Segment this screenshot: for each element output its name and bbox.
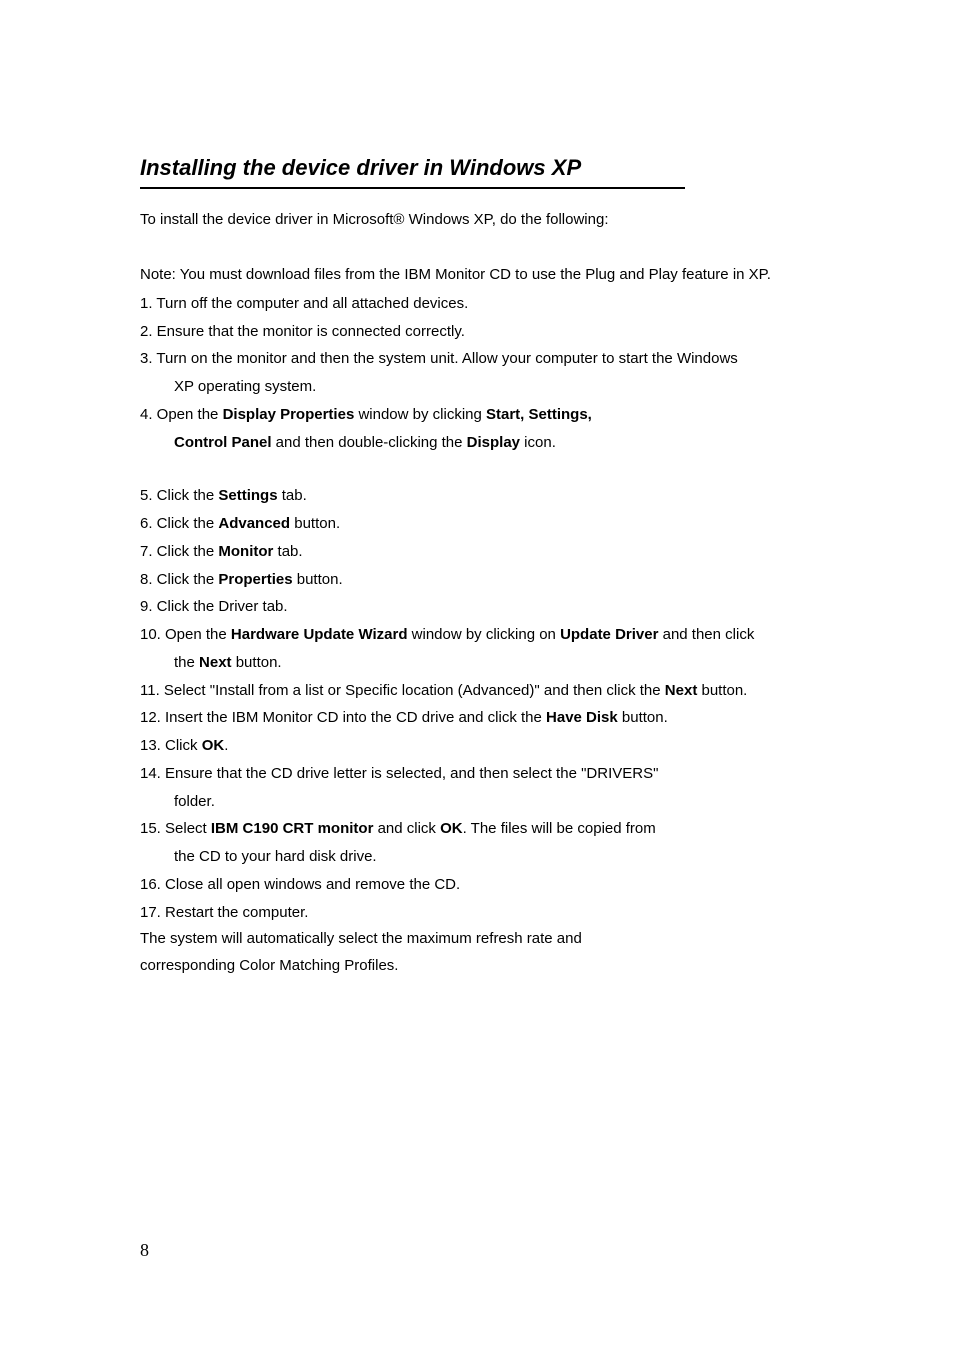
- step-10b-post: button.: [232, 654, 282, 671]
- step-15-post: . The files will be copied from: [463, 820, 656, 837]
- step-6: 6. Click the Advanced button.: [140, 510, 814, 538]
- step-15-cont: the CD to your hard disk drive.: [140, 843, 814, 871]
- step-10-post: and then click: [658, 626, 754, 643]
- step-4b-b2: Display: [467, 434, 520, 451]
- step-8-post: button.: [293, 571, 343, 588]
- spacer: [140, 456, 814, 482]
- step-10-cont: the Next button.: [140, 649, 814, 677]
- step-10b-b: Next: [199, 654, 232, 671]
- step-8-pre: 8. Click the: [140, 571, 218, 588]
- step-10-line2: the Next button.: [140, 649, 814, 677]
- step-11-b: Next: [665, 682, 698, 699]
- step-14-line1: 14. Ensure that the CD drive letter is s…: [140, 760, 814, 788]
- closing-line2: corresponding Color Matching Profiles.: [140, 953, 814, 979]
- step-6-b: Advanced: [218, 515, 290, 532]
- step-11-pre: 11. Select "Install from a list or Speci…: [140, 682, 665, 699]
- step-4-line1: 4. Open the Display Properties window by…: [140, 401, 814, 429]
- step-7-post: tab.: [273, 543, 302, 560]
- step-16: 16. Close all open windows and remove th…: [140, 871, 814, 899]
- step-11: 11. Select "Install from a list or Speci…: [140, 677, 814, 705]
- step-15-b1: IBM C190 CRT monitor: [211, 820, 374, 837]
- step-7-pre: 7. Click the: [140, 543, 218, 560]
- step-5-b: Settings: [218, 487, 277, 504]
- step-10-b2: Update Driver: [560, 626, 658, 643]
- step-12: 12. Insert the IBM Monitor CD into the C…: [140, 704, 814, 732]
- step-12-pre: 12. Insert the IBM Monitor CD into the C…: [140, 709, 546, 726]
- step-15-b2: OK: [440, 820, 463, 837]
- step-2: 2. Ensure that the monitor is connected …: [140, 318, 814, 346]
- step-17: 17. Restart the computer.: [140, 899, 814, 927]
- document-page: Installing the device driver in Windows …: [0, 0, 954, 1351]
- step-14-cont: folder.: [140, 788, 814, 816]
- step-7: 7. Click the Monitor tab.: [140, 538, 814, 566]
- step-14-line2: folder.: [140, 788, 814, 816]
- step-4-line2: Control Panel and then double-clicking t…: [140, 429, 814, 457]
- step-7-b: Monitor: [218, 543, 273, 560]
- step-10-line1: 10. Open the Hardware Update Wizard wind…: [140, 621, 814, 649]
- step-6-pre: 6. Click the: [140, 515, 218, 532]
- intro-text: To install the device driver in Microsof…: [140, 207, 814, 233]
- step-11-post: button.: [697, 682, 747, 699]
- step-15-line2: the CD to your hard disk drive.: [140, 843, 814, 871]
- step-3-cont: XP operating system.: [140, 373, 814, 401]
- step-13-b: OK: [202, 737, 225, 754]
- step-4b-mid: and then double-clicking the: [272, 434, 467, 451]
- step-4-b1: Display Properties: [223, 406, 355, 423]
- step-15-line1: 15. Select IBM C190 CRT monitor and clic…: [140, 815, 814, 843]
- step-15-pre: 15. Select: [140, 820, 211, 837]
- step-3-line1: 3. Turn on the monitor and then the syst…: [140, 345, 814, 373]
- step-4-b2: Start, Settings,: [486, 406, 592, 423]
- note-text: Note: You must download files from the I…: [140, 261, 814, 290]
- step-5-post: tab.: [278, 487, 307, 504]
- step-12-b: Have Disk: [546, 709, 618, 726]
- page-number: 8: [140, 1240, 149, 1261]
- step-10b-pre: the: [174, 654, 199, 671]
- step-13-pre: 13. Click: [140, 737, 202, 754]
- step-3-line2: XP operating system.: [140, 373, 814, 401]
- step-10-mid: window by clicking on: [407, 626, 560, 643]
- step-5-pre: 5. Click the: [140, 487, 218, 504]
- step-10-b1: Hardware Update Wizard: [231, 626, 408, 643]
- step-4b-b1: Control Panel: [174, 434, 272, 451]
- step-1: 1. Turn off the computer and all attache…: [140, 290, 814, 318]
- step-8-b: Properties: [218, 571, 292, 588]
- step-9: 9. Click the Driver tab.: [140, 593, 814, 621]
- step-5: 5. Click the Settings tab.: [140, 482, 814, 510]
- step-13-post: .: [224, 737, 228, 754]
- step-4-cont: Control Panel and then double-clicking t…: [140, 429, 814, 457]
- page-heading: Installing the device driver in Windows …: [140, 155, 814, 181]
- step-4b-post: icon.: [520, 434, 556, 451]
- step-13: 13. Click OK.: [140, 732, 814, 760]
- closing-line1: The system will automatically select the…: [140, 926, 814, 952]
- step-6-post: button.: [290, 515, 340, 532]
- heading-rule: [140, 187, 685, 189]
- step-12-post: button.: [618, 709, 668, 726]
- step-4-pre: 4. Open the: [140, 406, 223, 423]
- step-10-pre: 10. Open the: [140, 626, 231, 643]
- step-15-mid: and click: [373, 820, 440, 837]
- step-4-mid: window by clicking: [354, 406, 486, 423]
- step-8: 8. Click the Properties button.: [140, 566, 814, 594]
